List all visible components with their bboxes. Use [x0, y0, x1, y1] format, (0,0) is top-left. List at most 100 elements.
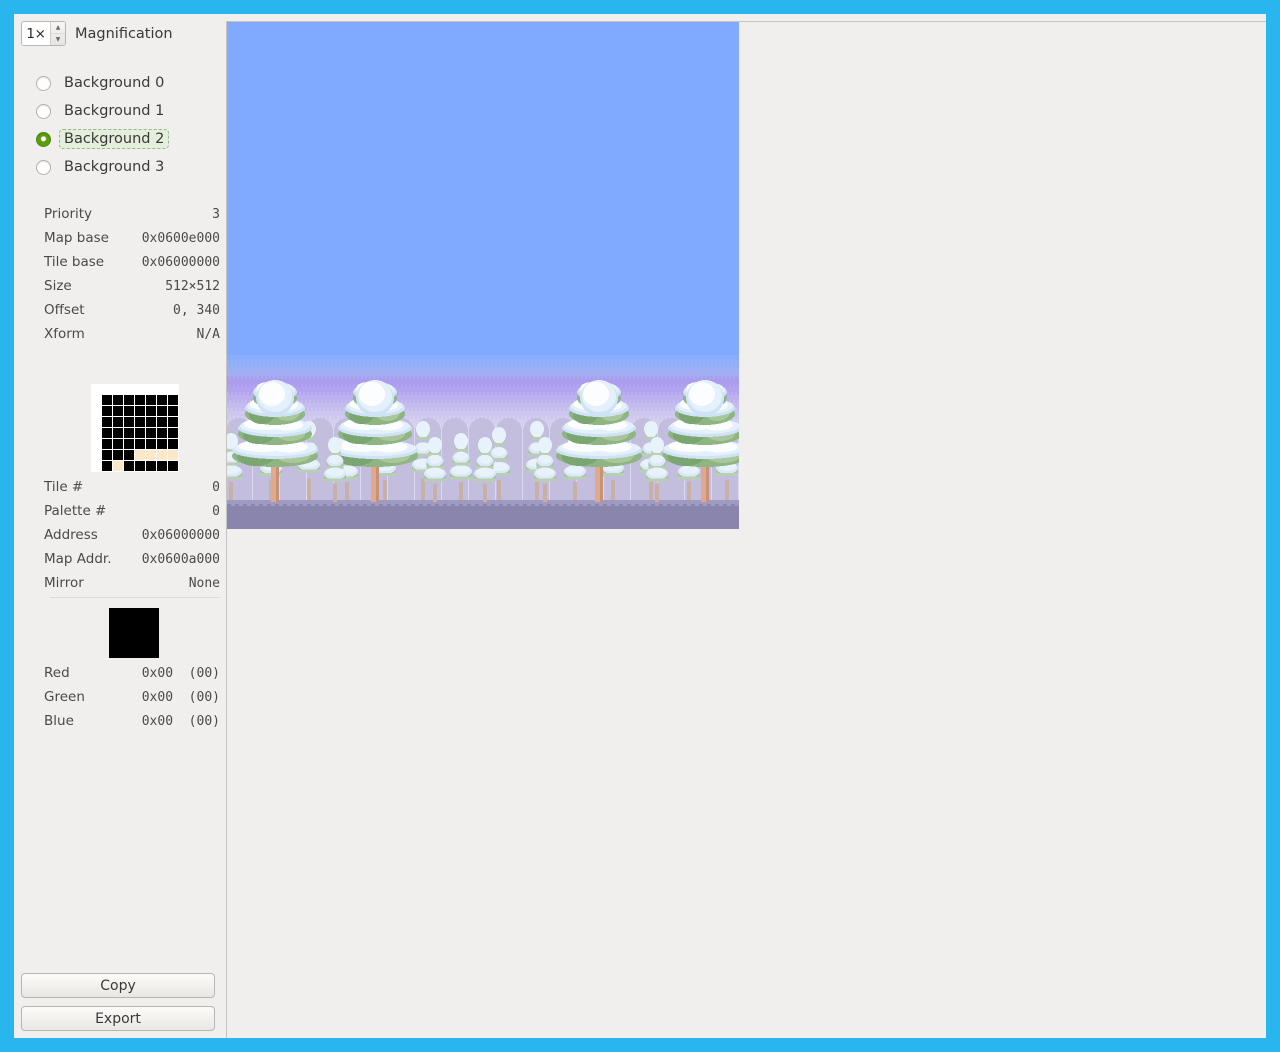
background-properties-table: Priority 3 Map base 0x0600e000 Tile base… — [44, 202, 220, 346]
tile-pixel — [102, 395, 113, 406]
property-value: 512×512 — [165, 279, 220, 294]
tile-pixel — [146, 384, 157, 395]
tile-pixel — [157, 428, 168, 439]
tile-pixel — [113, 461, 124, 472]
tile-pixel — [124, 428, 135, 439]
tile-pixel — [168, 450, 179, 461]
magnification-stepper[interactable]: ▲ ▼ — [50, 22, 65, 45]
tile-pixel — [157, 461, 168, 472]
tile-pixel — [135, 461, 146, 472]
property-key: Address — [44, 527, 98, 543]
property-key: Tile base — [44, 254, 105, 270]
tile-pixel — [102, 439, 113, 450]
property-row: Map base 0x0600e000 — [44, 226, 220, 250]
property-value: 0x0600e000 — [141, 231, 220, 246]
property-row: Priority 3 — [44, 202, 220, 226]
radio-background-3[interactable]: Background 3 — [36, 153, 216, 181]
tile-pixel — [102, 450, 113, 461]
tile-pixel — [146, 439, 157, 450]
radio-background-2[interactable]: Background 2 — [36, 125, 216, 153]
property-value: 0x0600a000 — [141, 552, 220, 567]
export-button[interactable]: Export — [21, 1006, 215, 1031]
tile-pixel — [157, 450, 168, 461]
tile-preview-grid[interactable] — [91, 384, 179, 472]
tile-pixel — [113, 406, 124, 417]
tile-pixel — [91, 417, 102, 428]
property-value: 0 — [212, 504, 220, 519]
stepper-up-icon[interactable]: ▲ — [51, 22, 65, 33]
sidebar-panel: 1× ▲ ▼ Magnification Background 0 Backgr… — [14, 14, 220, 1038]
tile-pixel — [168, 439, 179, 450]
property-key: Map base — [44, 230, 109, 246]
property-value: 0x06000000 — [141, 255, 220, 270]
radio-label: Background 1 — [64, 103, 165, 119]
radio-label: Background 3 — [64, 159, 165, 175]
tile-pixel — [102, 406, 113, 417]
tile-pixel — [157, 384, 168, 395]
radio-icon-selected[interactable] — [36, 131, 51, 147]
property-row: Red 0x00 (00) — [44, 661, 220, 685]
property-key: Palette # — [44, 503, 107, 519]
tile-pixel — [168, 417, 179, 428]
tile-pixel — [124, 395, 135, 406]
copy-button[interactable]: Copy — [21, 973, 215, 998]
radio-icon[interactable] — [36, 75, 51, 91]
property-row: Map Addr. 0x0600a000 — [44, 547, 220, 571]
property-row: Size 512×512 — [44, 274, 220, 298]
tile-pixel — [124, 417, 135, 428]
property-key: Priority — [44, 206, 93, 222]
property-row: Blue 0x00 (00) — [44, 709, 220, 733]
tile-pixel — [91, 428, 102, 439]
radio-label: Background 2 — [59, 129, 170, 149]
tile-pixel — [124, 450, 135, 461]
tile-pixel — [124, 439, 135, 450]
application-window: 1× ▲ ▼ Magnification Background 0 Backgr… — [14, 14, 1266, 1038]
property-key: Blue — [44, 713, 74, 729]
tile-pixel — [113, 395, 124, 406]
tile-pixel — [146, 395, 157, 406]
radio-background-0[interactable]: Background 0 — [36, 69, 216, 97]
tile-pixel — [146, 461, 157, 472]
tile-pixel — [124, 384, 135, 395]
radio-icon[interactable] — [36, 103, 51, 119]
tile-pixel — [135, 417, 146, 428]
tile-pixel — [113, 417, 124, 428]
property-row: Tile # 0 — [44, 475, 220, 499]
property-key: Xform — [44, 326, 85, 342]
tile-pixel — [91, 384, 102, 395]
stepper-down-icon[interactable]: ▼ — [51, 33, 65, 45]
background-viewport[interactable] — [226, 21, 1266, 1038]
tile-pixel — [102, 461, 113, 472]
property-row: Address 0x06000000 — [44, 523, 220, 547]
tile-pixel — [124, 461, 135, 472]
property-row: Mirror None — [44, 571, 220, 595]
tile-pixel — [135, 406, 146, 417]
tile-pixel — [168, 428, 179, 439]
tile-pixel — [157, 406, 168, 417]
property-key: Tile # — [44, 479, 84, 495]
property-key: Green — [44, 689, 85, 705]
tile-pixel — [135, 450, 146, 461]
tile-pixel — [157, 417, 168, 428]
property-value: 0, 340 — [173, 303, 220, 318]
property-row: Xform N/A — [44, 322, 220, 346]
magnification-value[interactable]: 1× — [22, 22, 50, 45]
property-key: Offset — [44, 302, 85, 318]
tile-pixel — [124, 406, 135, 417]
tile-pixel — [168, 406, 179, 417]
radio-background-1[interactable]: Background 1 — [36, 97, 216, 125]
tile-pixel — [135, 384, 146, 395]
radio-icon[interactable] — [36, 159, 51, 175]
tile-pixel — [168, 461, 179, 472]
tile-pixel — [146, 428, 157, 439]
magnification-spinbox[interactable]: 1× ▲ ▼ — [21, 21, 66, 46]
property-row: Offset 0, 340 — [44, 298, 220, 322]
background-radio-group[interactable]: Background 0 Background 1 Background 2 B… — [36, 69, 216, 181]
property-value: 0x00 (00) — [141, 690, 220, 705]
property-row: Palette # 0 — [44, 499, 220, 523]
magnification-row: 1× ▲ ▼ Magnification — [21, 21, 173, 46]
property-key: Red — [44, 665, 70, 681]
tile-pixel — [102, 417, 113, 428]
property-row: Tile base 0x06000000 — [44, 250, 220, 274]
background-image — [227, 22, 739, 529]
